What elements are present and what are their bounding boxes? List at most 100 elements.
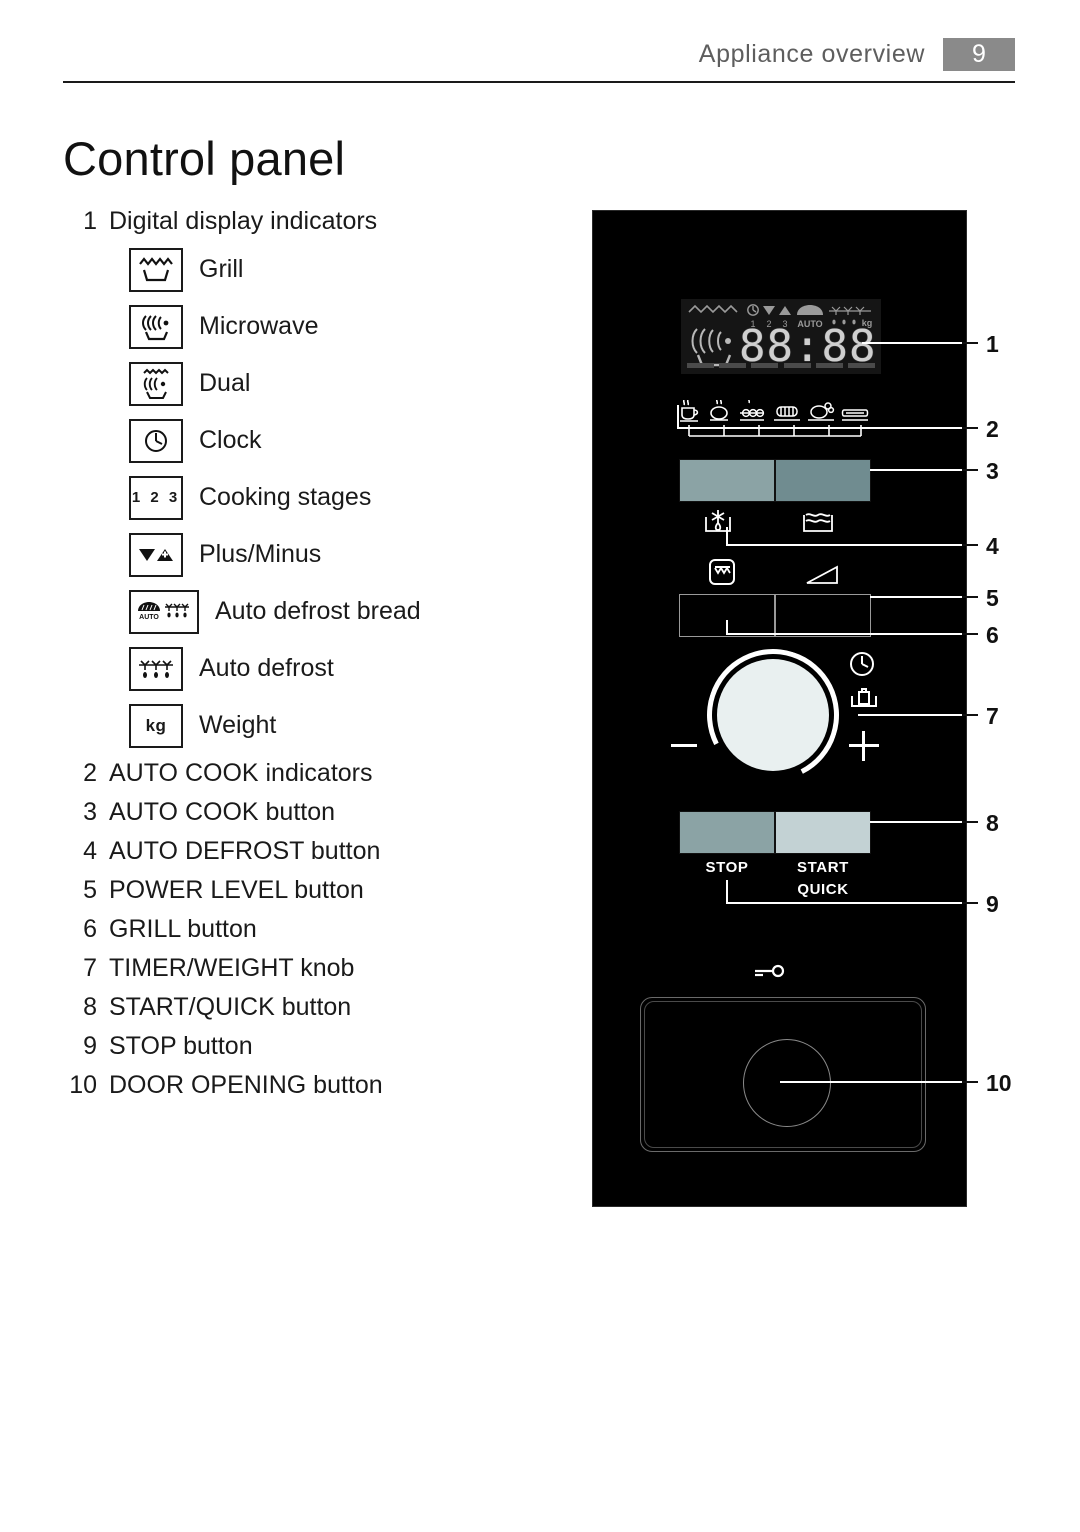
list-item-number: 5 [83,876,97,904]
callout-number-5: 5 [986,585,999,611]
timer-weight-knob[interactable] [717,659,829,771]
indicator-row-auto-defrost: Auto defrost [63,640,563,697]
list-item-number: 4 [83,837,97,865]
plus-minus-icon [129,532,183,577]
indicator-label: Grill [199,255,244,283]
autocook-indicator-icons [679,396,871,424]
indicator-label: Auto defrost bread [215,597,421,625]
callout-number-2: 2 [986,416,999,442]
indicator-row-dual: Dual [63,355,563,412]
quick-button-label: QUICK [797,881,849,898]
indicator-label: Auto defrost [199,654,334,682]
list-item: 3 AUTO COOK button [63,793,563,832]
autocook-button-left[interactable] [679,459,775,502]
grill-button-icon [709,559,735,585]
page-title: Control panel [63,132,346,185]
callout-number-1: 1 [986,331,999,357]
list-item: 4 AUTO DEFROST button [63,832,563,871]
page-header: Appliance overview 9 [63,38,1015,71]
digital-display: 1 2 3 AUTO kg 88:88 [681,299,881,374]
header-title: Appliance overview [698,40,925,68]
indicator-label: Plus/Minus [199,540,322,568]
list-item-number: 1 [83,207,97,235]
microwave-icon [129,304,183,349]
autocook-button-group[interactable] [679,459,871,502]
pan-waves-icon [803,513,833,532]
list-item-label: GRILL button [109,915,257,943]
list-item: 1 Digital display indicators [63,202,563,241]
indicator-row-plus-minus: Plus/Minus [63,526,563,583]
clock-icon [129,418,183,463]
list-item-label: POWER LEVEL button [109,876,364,904]
chicken-icon [808,402,835,421]
potato-icon [710,400,728,421]
grill-button[interactable] [679,594,775,637]
cooking-stages-glyph: 1 2 3 [131,489,181,506]
svg-text:AUTO: AUTO [139,614,159,621]
dual-icon [129,361,183,406]
list-item-label: AUTO COOK indicators [109,759,373,787]
display-segment-bars [687,363,875,368]
list-item: 9 STOP button [63,1027,563,1066]
indicator-row-weight: kg Weight [63,697,563,754]
callout-number-10: 10 [986,1070,1012,1096]
document-page: Appliance overview 9 Control panel 1 Dig… [0,0,1080,1532]
fish-dish-icon [841,409,869,421]
indicator-label: Dual [199,369,251,397]
indicator-label: Microwave [199,312,319,340]
callout-number-6: 6 [986,622,999,648]
list-item-label: AUTO DEFROST button [109,837,381,865]
page-number-badge: 9 [943,38,1015,71]
indicator-row-microwave: Microwave [63,298,563,355]
callout-number-8: 8 [986,810,999,836]
weight-icon: kg [129,703,183,748]
list-item-label: Digital display indicators [109,207,378,235]
list-item-number: 3 [83,798,97,826]
power-level-button[interactable] [775,594,871,637]
start-button-label: START [797,859,849,876]
door-opening-button-circle [743,1039,831,1127]
weight-pan-icon [851,688,877,707]
list-item-number: 7 [83,954,97,982]
weight-glyph: kg [145,715,167,735]
list-item: 6 GRILL button [63,910,563,949]
display-microwave-grill-icon [691,328,732,367]
clock-icon [850,652,874,676]
autocook-button-right[interactable] [775,459,871,502]
list-item-number: 10 [69,1071,97,1099]
list-item: 10 DOOR OPENING button [63,1066,563,1105]
list-item-label: START/QUICK button [109,993,352,1021]
cup-icon [680,400,699,422]
list-item: 5 POWER LEVEL button [63,871,563,910]
callout-number-9: 9 [986,891,999,917]
list-item: 8 START/QUICK button [63,988,563,1027]
cooking-stages-icon: 1 2 3 [129,475,183,520]
autocook-indicator-ticks [688,425,862,437]
auto-defrost-bread-icon: AUTO [129,589,199,634]
list-item: 7 TIMER/WEIGHT knob [63,949,563,988]
grill-power-button-group[interactable] [679,594,871,637]
list-item-label: STOP button [109,1032,253,1060]
list-item-number: 8 [83,993,97,1021]
grill-icon [129,247,183,292]
callout-number-3: 3 [986,458,999,484]
meat-icon [774,406,800,421]
control-panel-illustration: 1 2 3 AUTO kg 88:88 STOP START QUICK [592,210,967,1207]
plus-icon-vertical [862,731,865,761]
power-level-wedge-icon [806,565,838,584]
minus-icon[interactable] [671,744,697,747]
list-item-label: TIMER/WEIGHT knob [109,954,355,982]
indicator-label: Cooking stages [199,483,372,511]
stop-button[interactable] [679,811,775,854]
list-item-number: 9 [83,1032,97,1060]
header-divider [63,81,1015,83]
skewer-icon [740,400,765,421]
list-item-label: AUTO COOK button [109,798,336,826]
indicator-row-cooking-stages: 1 2 3 Cooking stages [63,469,563,526]
callout-number-7: 7 [986,703,999,729]
auto-defrost-icon [129,646,183,691]
stop-start-button-group[interactable] [679,811,871,854]
start-quick-button[interactable] [775,811,871,854]
indicator-row-clock: Clock [63,412,563,469]
list-item: 2 AUTO COOK indicators [63,754,563,793]
